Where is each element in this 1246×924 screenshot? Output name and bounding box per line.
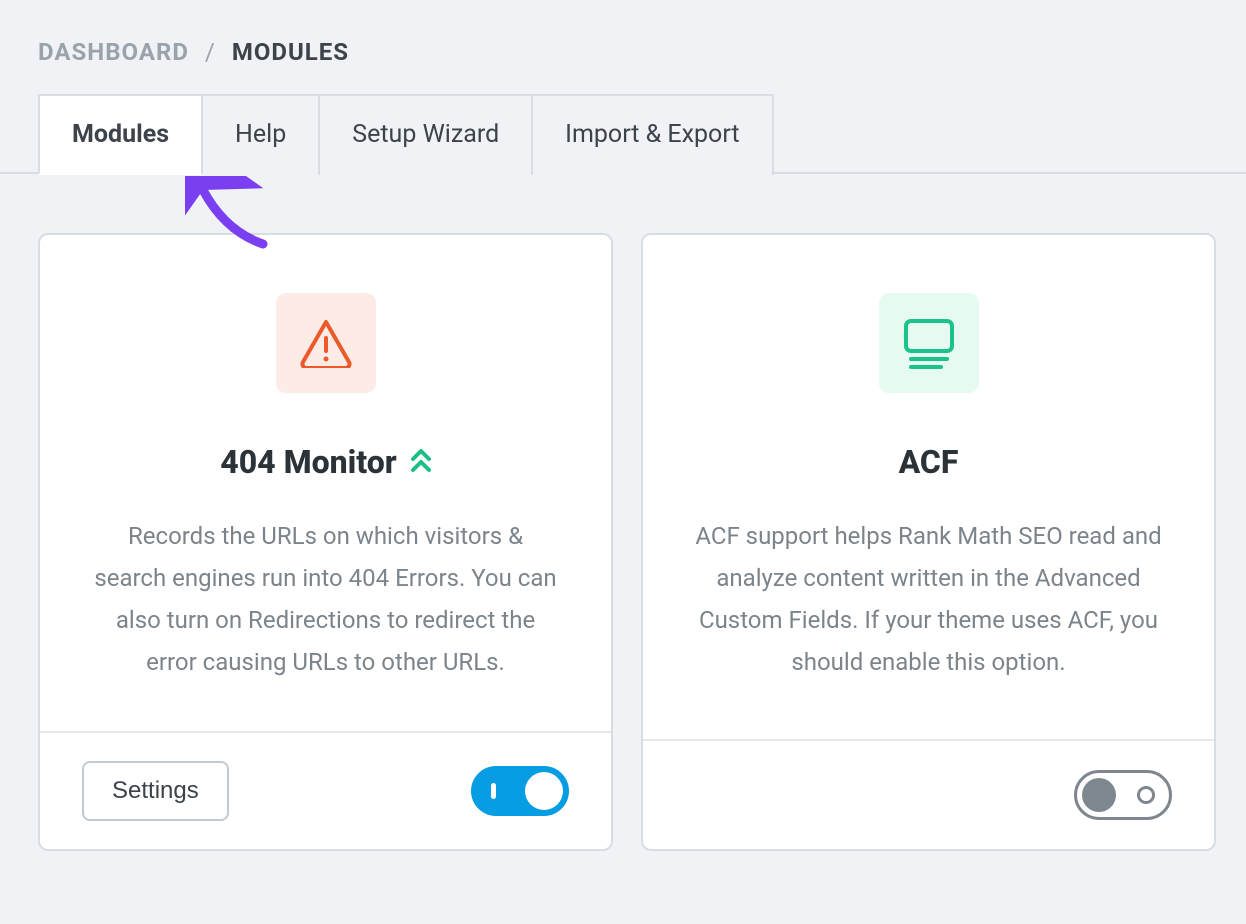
toggle-knob	[1082, 778, 1116, 812]
tab-modules[interactable]: Modules	[38, 94, 203, 175]
module-card-404-monitor: 404 Monitor Records the URLs on which vi…	[38, 233, 613, 851]
breadcrumb-dashboard-link[interactable]: DASHBOARD	[38, 38, 189, 66]
module-card-acf: ACF ACF support helps Rank Math SEO read…	[641, 233, 1216, 851]
toggle-acf[interactable]	[1074, 770, 1172, 820]
breadcrumb: DASHBOARD / MODULES	[0, 0, 1246, 66]
module-title-text: 404 Monitor	[220, 443, 396, 481]
toggle-knob	[525, 772, 563, 810]
settings-button-404-monitor[interactable]: Settings	[82, 761, 229, 821]
double-chevron-up-icon	[411, 443, 431, 481]
tabs: Modules Help Setup Wizard Import & Expor…	[38, 94, 1246, 175]
tab-setup-wizard[interactable]: Setup Wizard	[318, 94, 533, 175]
module-description: ACF support helps Rank Math SEO read and…	[693, 515, 1164, 683]
alert-triangle-icon	[276, 293, 376, 393]
toggle-404-monitor[interactable]	[471, 766, 569, 816]
module-title-404-monitor: 404 Monitor	[90, 443, 561, 481]
module-description: Records the URLs on which visitors & sea…	[90, 515, 561, 683]
breadcrumb-separator: /	[205, 38, 216, 66]
breadcrumb-current: MODULES	[232, 38, 349, 66]
module-title-acf: ACF	[693, 443, 1164, 481]
tab-import-export[interactable]: Import & Export	[531, 94, 773, 175]
module-title-text: ACF	[899, 443, 959, 481]
tab-help[interactable]: Help	[201, 94, 320, 175]
screen-lines-icon	[879, 293, 979, 393]
